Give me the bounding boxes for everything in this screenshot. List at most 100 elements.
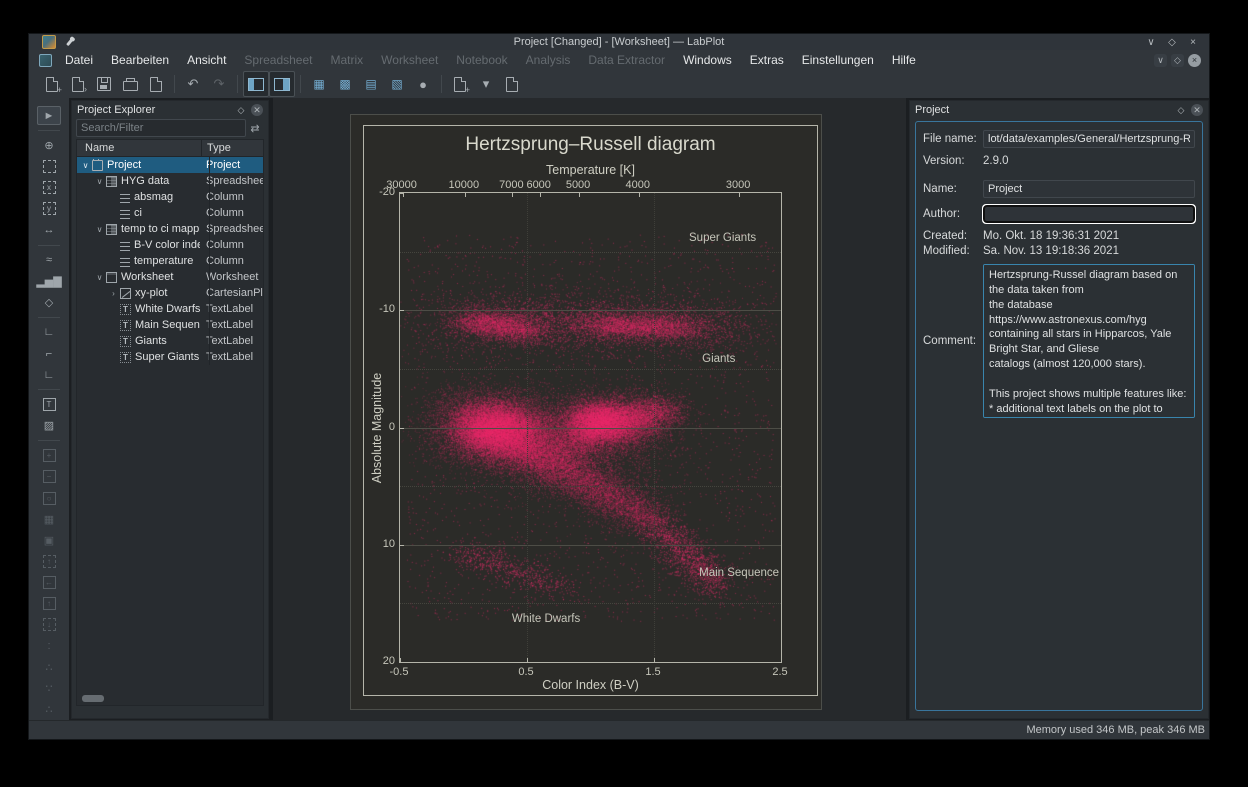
tree-row-temperature[interactable]: temperatureColumn (77, 253, 263, 269)
distribute-horizontal-button[interactable]: ∵ (37, 679, 61, 698)
undo-button[interactable]: ↶ (180, 71, 206, 97)
x-axis-label[interactable]: Color Index (B-V) (399, 678, 782, 692)
tree-row-hyg-data[interactable]: ∨HYG dataSpreadsheet (77, 173, 263, 189)
tree-row-giants[interactable]: TGiantsTextLabel (77, 333, 263, 349)
zoom-in-button[interactable]: + (37, 446, 61, 465)
window-close-button[interactable]: × (1187, 37, 1199, 48)
menu-einstellungen[interactable]: Einstellungen (793, 51, 883, 69)
explorer-float-button[interactable]: ◇ (235, 104, 247, 116)
zoom-select-tool[interactable] (37, 157, 61, 176)
x2-axis-label[interactable]: Temperature [K] (399, 163, 782, 177)
add-legend-button[interactable]: ∟ (37, 365, 61, 384)
properties-float-button[interactable]: ◇ (1175, 104, 1187, 116)
menu-extras[interactable]: Extras (741, 51, 793, 69)
new-project-button[interactable] (39, 71, 65, 97)
properties-close-button[interactable]: ✕ (1191, 104, 1203, 116)
author-field[interactable] (983, 205, 1195, 223)
filter-options-icon[interactable]: ⇄ (246, 122, 264, 135)
expander-icon[interactable]: ∨ (80, 161, 91, 170)
tree-row-ci[interactable]: ciColumn (77, 205, 263, 221)
menu-bearbeiten[interactable]: Bearbeiten (102, 51, 178, 69)
search-input[interactable] (76, 119, 246, 137)
window-minimize-button[interactable]: ∨ (1145, 37, 1157, 48)
import-button[interactable] (499, 71, 525, 97)
add-histogram-button[interactable]: ▂▅▇ (37, 272, 61, 291)
add-axis-button[interactable]: ∟ (37, 323, 61, 342)
mdi-restore-button[interactable]: ◇ (1171, 54, 1184, 67)
tree-row-white-dwarfs[interactable]: TWhite DwarfsTextLabel (77, 301, 263, 317)
tree-row-b-v-color-index[interactable]: B-V color indexColumn (77, 237, 263, 253)
export-button[interactable] (143, 71, 169, 97)
zoom-origin-button[interactable]: ○ (37, 489, 61, 508)
redo-button[interactable]: ↷ (206, 71, 232, 97)
tree-row-main-sequence[interactable]: TMain SequenceTextLabel (77, 317, 263, 333)
new-worksheet-dropdown[interactable]: ▾ (473, 71, 499, 97)
add-boxplot-button[interactable]: ◇ (37, 293, 61, 312)
annotation-white-dwarfs[interactable]: White Dwarfs (512, 613, 580, 625)
expander-icon[interactable]: ∨ (94, 225, 105, 234)
zoom-y-select-tool[interactable]: y (37, 199, 61, 218)
add-axis-top-button[interactable]: ⌐ (37, 344, 61, 363)
worksheet-page[interactable]: Hertzsprung–Russell diagram Temperature … (350, 114, 822, 710)
tree-row-absmag[interactable]: absmagColumn (77, 189, 263, 205)
window-maximize-button[interactable]: ◇ (1166, 37, 1178, 48)
annotation-super-giants[interactable]: Super Giants (689, 232, 756, 244)
plot-data-area[interactable]: Super Giants Giants Main Sequence White Dwa… (399, 192, 782, 663)
menu-hilfe[interactable]: Hilfe (883, 51, 925, 69)
navigate-tool[interactable]: ⊕ (37, 136, 61, 155)
annotation-giants[interactable]: Giants (702, 353, 735, 365)
new-worksheet-button[interactable] (447, 71, 473, 97)
open-project-button[interactable] (65, 71, 91, 97)
menu-ansicht[interactable]: Ansicht (178, 51, 235, 69)
select-tool[interactable]: ► (37, 106, 61, 125)
temp-tick-mark (512, 193, 513, 197)
export-selection-button[interactable]: ↑ (37, 552, 61, 571)
tree-row-super-giants[interactable]: TSuper GiantsTextLabel (77, 349, 263, 365)
explorer-close-button[interactable]: ✕ (251, 104, 263, 116)
new-matrix-button[interactable]: ▩ (332, 71, 358, 97)
expander-icon[interactable]: ∨ (94, 273, 105, 282)
shift-left-button[interactable]: ← (37, 573, 61, 592)
print-button[interactable] (117, 71, 143, 97)
annotation-main-sequence[interactable]: Main Sequence (699, 567, 779, 579)
save-project-button[interactable] (91, 71, 117, 97)
comment-field[interactable]: Hertzsprung-Russel diagram based on the … (983, 264, 1195, 418)
tree-row-worksheet[interactable]: ∨WorksheetWorksheet (77, 269, 263, 285)
align-horizontal-button[interactable]: ∴ (37, 658, 61, 677)
menu-datei[interactable]: Datei (56, 51, 102, 69)
new-spreadsheet-button[interactable]: ▦ (306, 71, 332, 97)
xy-plot[interactable]: Hertzsprung–Russell diagram Temperature … (363, 125, 818, 696)
zoom-x-select-tool[interactable]: x (37, 178, 61, 197)
zoom-fit-page-button[interactable]: ▦ (37, 510, 61, 529)
tree-row-project[interactable]: ∨ProjectProject (77, 157, 263, 173)
column-header-type[interactable]: Type (201, 140, 263, 156)
column-header-name[interactable]: Name (77, 140, 201, 156)
add-text-label-button[interactable]: T (37, 395, 61, 414)
distribute-vertical-button[interactable]: ∴ (37, 700, 61, 719)
zoom-fit-selection-button[interactable]: ▣ (37, 531, 61, 550)
tree-row-xy-plot[interactable]: ›xy-plotCartesianPlot (77, 285, 263, 301)
shift-up-button[interactable]: ↑ (37, 594, 61, 613)
project-name-field[interactable] (983, 180, 1195, 198)
expander-icon[interactable]: › (108, 289, 119, 298)
toggle-properties-explorer-button[interactable] (269, 71, 295, 97)
shift-down-button[interactable]: ↓ (37, 615, 61, 634)
new-plot-button[interactable]: ▧ (384, 71, 410, 97)
menu-windows[interactable]: Windows (674, 51, 741, 69)
file-name-field[interactable] (983, 130, 1195, 148)
mdi-close-button[interactable]: × (1188, 54, 1201, 67)
mdi-minimize-button[interactable]: ∨ (1154, 54, 1167, 67)
add-curve-button[interactable]: ≈ (37, 251, 61, 270)
tree-row-temp-to-ci-mapping[interactable]: ∨temp to ci mappingSpreadsheet (77, 221, 263, 237)
toggle-project-explorer-button[interactable] (243, 71, 269, 97)
add-image-button[interactable]: ▨ (37, 416, 61, 435)
shift-tool[interactable]: ↔ (37, 221, 61, 240)
titlebar[interactable]: Project [Changed] - [Worksheet] — LabPlo… (29, 34, 1209, 50)
new-notebook-button[interactable]: ▤ (358, 71, 384, 97)
plot-title[interactable]: Hertzsprung–Russell diagram (399, 134, 782, 156)
expander-icon[interactable]: ∨ (94, 177, 105, 186)
zoom-out-button[interactable]: − (37, 467, 61, 486)
align-vertical-button[interactable]: : (37, 637, 61, 656)
color-theme-button[interactable]: ● (410, 71, 436, 97)
horizontal-scrollbar[interactable] (82, 695, 104, 702)
